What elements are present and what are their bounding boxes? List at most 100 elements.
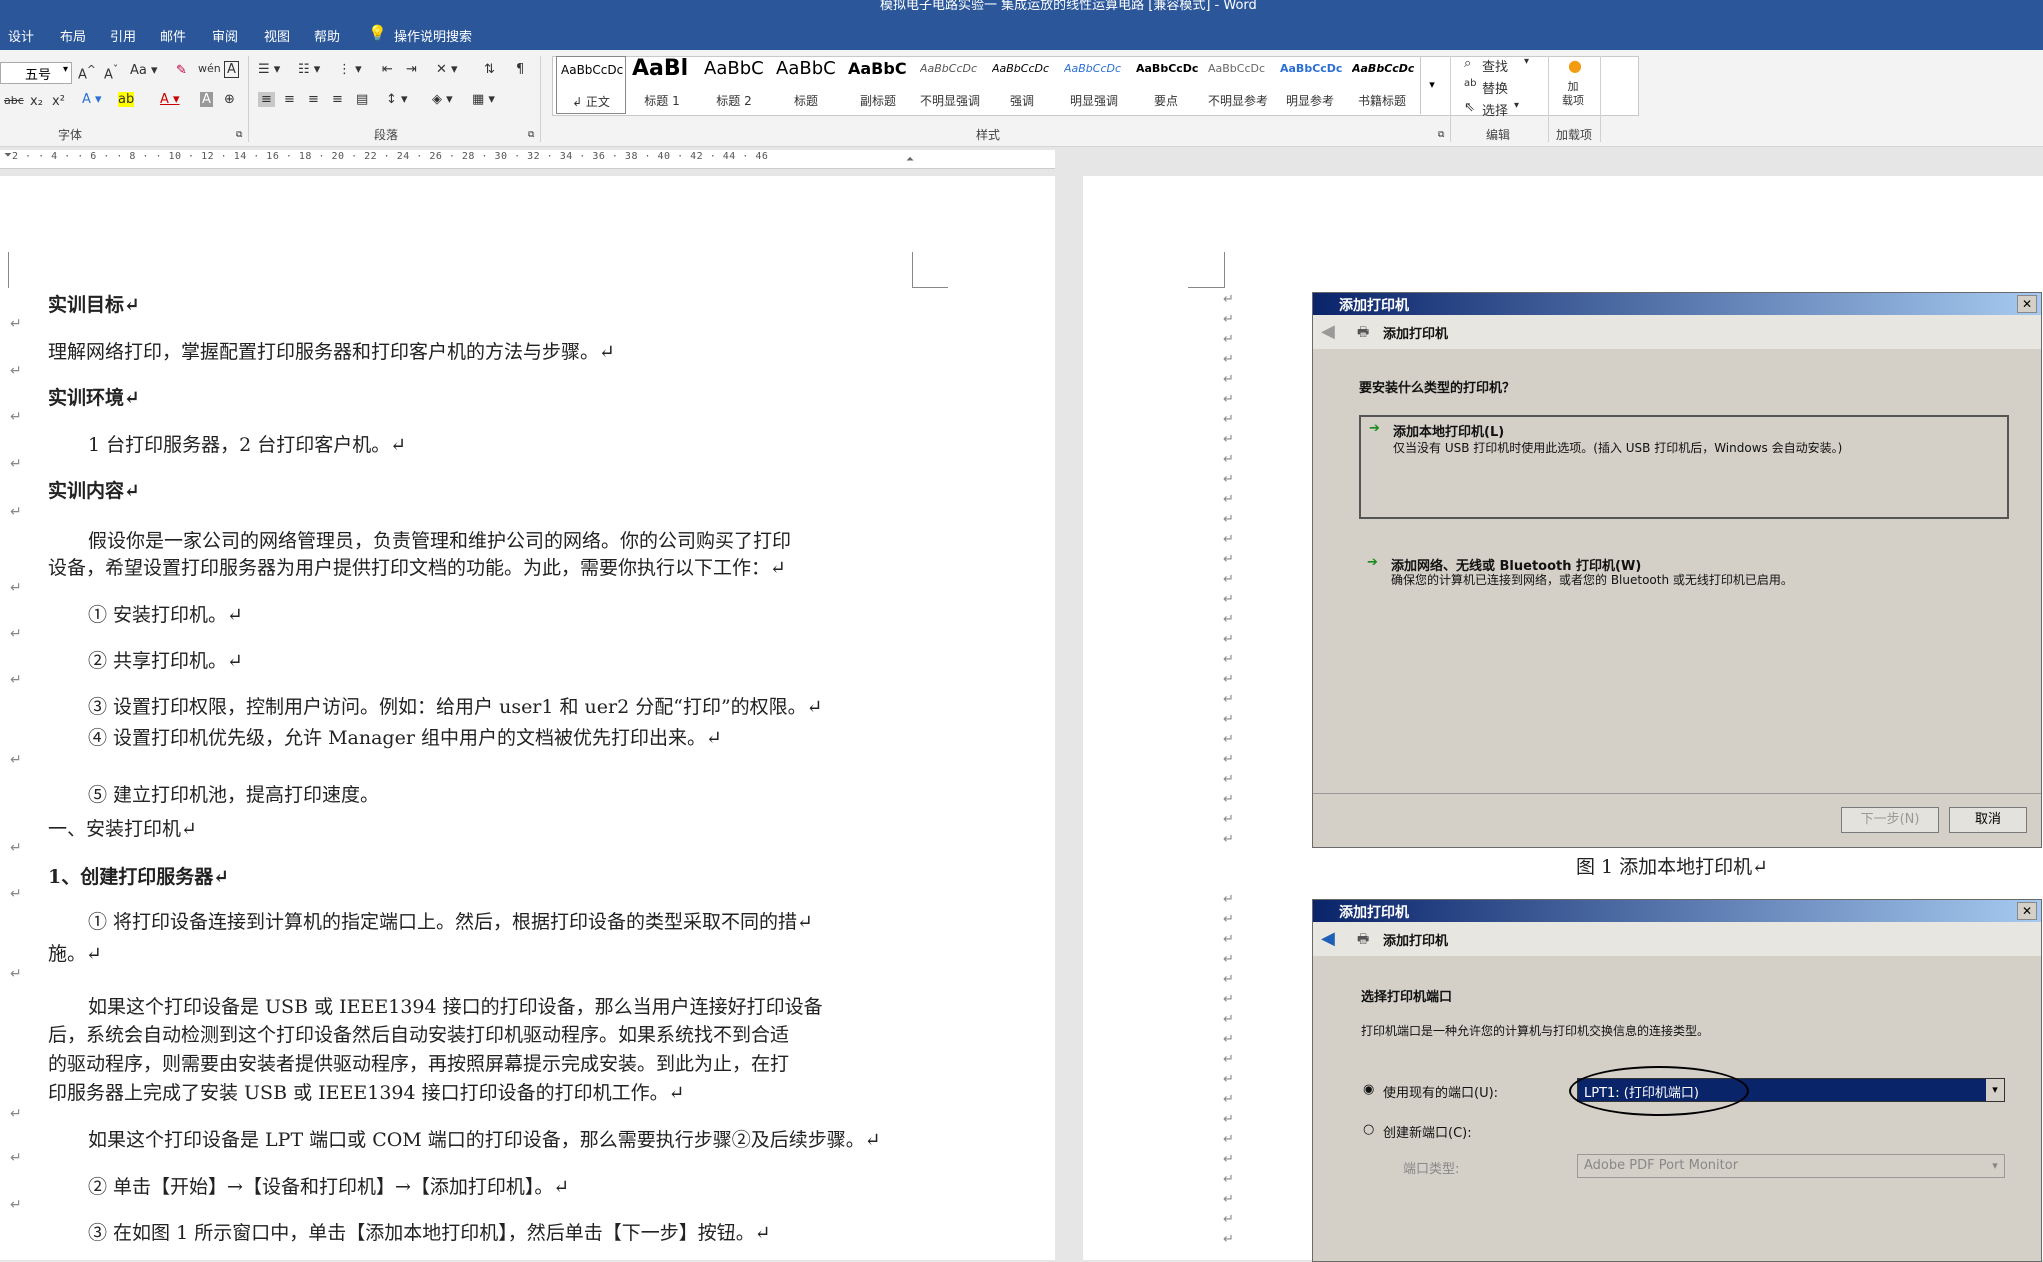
align-center-icon[interactable]: ≡ (284, 92, 295, 107)
indent-marker-icon[interactable]: ⏷ (4, 150, 12, 161)
shrink-font-icon[interactable]: Aˇ (104, 63, 118, 82)
addins-button[interactable]: ● 加 载项 (1556, 56, 1596, 120)
decrease-indent-icon[interactable]: ⇤ (382, 62, 393, 77)
dialog-launcher-icon[interactable]: ⧉ (528, 130, 534, 140)
arrow-right-icon: ➔ (1369, 421, 1380, 436)
dialog-launcher-icon[interactable]: ⧉ (1438, 130, 1444, 140)
enclose-char-icon[interactable]: ⊕ (224, 92, 235, 107)
list-item: ④ 设置打印机优先级，允许 Manager 组中用户的文档被优先打印出来。↵ (88, 727, 722, 749)
bullets-icon[interactable]: ☰ ▾ (258, 62, 280, 77)
body-text: 如果这个打印设备是 LPT 端口或 COM 端口的打印设备，那么需要执行步骤②及… (88, 1129, 881, 1151)
style-subtle-emphasis[interactable]: AaBbCcDc 不明显强调 (916, 56, 984, 112)
paragraph-mark: ↵ (10, 966, 22, 982)
radio-unselected-icon[interactable]: ○ (1363, 1122, 1374, 1137)
paragraph-mark: ↵ (10, 456, 22, 472)
paragraph-mark: ↵ (1223, 1112, 1234, 1127)
multilevel-list-icon[interactable]: ⋮ ▾ (338, 62, 362, 77)
borders-icon[interactable]: ▦ ▾ (472, 92, 495, 107)
close-button[interactable]: ✕ (2017, 902, 2037, 920)
text-effects-icon[interactable]: A ▾ (82, 92, 102, 107)
horizontal-ruler[interactable]: 2 · · 4 · · 6 · · 8 · · 10 · 12 · 14 · 1… (0, 150, 1055, 169)
add-network-printer-option[interactable]: ➔ 添加网络、无线或 Bluetooth 打印机(W) 确保您的计算机已连接到网… (1359, 551, 2005, 601)
paragraph-mark: ↵ (1223, 992, 1234, 1007)
style-emphasis[interactable]: AaBbCcDc 强调 (988, 56, 1056, 112)
align-right-icon[interactable]: ≡ (308, 92, 319, 107)
paragraph-mark: ↵ (1223, 692, 1234, 707)
add-local-printer-option[interactable]: ➔ 添加本地打印机(L) 仅当没有 USB 打印机时使用此选项。(插入 USB … (1359, 415, 2009, 519)
paragraph-mark: ↵ (1223, 552, 1234, 567)
margin-corner-mark (912, 252, 913, 288)
show-marks-icon[interactable]: ¶ (516, 62, 524, 77)
paragraph-mark: ↵ (1223, 652, 1234, 667)
chevron-down-icon: ▾ (1524, 56, 1530, 67)
tell-me-search[interactable]: 操作说明搜索 (394, 26, 472, 45)
increase-indent-icon[interactable]: ⇥ (406, 62, 417, 77)
port-type-label: 端口类型: (1403, 1162, 1460, 1177)
back-arrow-icon[interactable]: ◀ (1321, 321, 1335, 342)
change-case-icon[interactable]: Aa ▾ (130, 63, 158, 78)
radio-selected-icon[interactable]: ◉ (1363, 1082, 1374, 1097)
style-intense-emphasis[interactable]: AaBbCcDc 明显强调 (1060, 56, 1128, 112)
line-spacing-icon[interactable]: ↕ ▾ (386, 92, 408, 107)
clear-format-icon[interactable]: ✎ (176, 63, 187, 78)
style-subtle-reference[interactable]: AaBbCcDc 不明显参考 (1204, 56, 1272, 112)
phonetic-guide-icon[interactable]: wén (198, 62, 221, 75)
char-shading-icon[interactable]: A (200, 92, 213, 107)
style-title[interactable]: AaBbC 标题 (772, 56, 840, 112)
dialog-title-bar: 添加打印机 ✕ (1313, 293, 2041, 315)
style-normal[interactable]: AaBbCcDc ↲ 正文 (556, 56, 626, 114)
next-button[interactable]: 下一步(N) (1841, 807, 1939, 833)
dialog-launcher-icon[interactable]: ⧉ (236, 130, 242, 140)
distributed-icon[interactable]: ▤ (356, 92, 368, 107)
tab-help[interactable]: 帮助 (314, 26, 340, 45)
strikethrough-icon[interactable]: abc (4, 94, 24, 107)
align-left-icon[interactable]: ≡ (258, 92, 275, 107)
close-button[interactable]: ✕ (2017, 295, 2037, 313)
grow-font-icon[interactable]: A^ (78, 63, 96, 82)
style-intense-reference[interactable]: AaBbCcDc 明显参考 (1276, 56, 1344, 112)
paragraph-mark: ↵ (1223, 1092, 1234, 1107)
tab-layout[interactable]: 布局 (60, 26, 86, 45)
superscript-icon[interactable]: x² (52, 94, 65, 109)
style-strong[interactable]: AaBbCcDc 要点 (1132, 56, 1200, 112)
highlight-icon[interactable]: ab (118, 92, 135, 107)
back-arrow-icon[interactable]: ◀ (1321, 928, 1335, 949)
numbering-icon[interactable]: ☷ ▾ (298, 62, 320, 77)
add-printer-dialog-type: 添加打印机 ✕ ◀ 🖶 添加打印机 要安装什么类型的打印机？ ➔ 添加本地打印机… (1312, 292, 2042, 848)
tab-design[interactable]: 设计 (8, 26, 34, 45)
shading-icon[interactable]: ◈ ▾ (432, 92, 453, 107)
sort-icon[interactable]: ⇅ (484, 62, 495, 77)
paragraph-mark: ↵ (1223, 352, 1234, 367)
paragraph-mark: ↵ (1223, 792, 1234, 807)
subscript-icon[interactable]: x₂ (30, 94, 43, 109)
paragraph-mark: ↵ (1223, 512, 1234, 527)
dialog-header: ◀ 🖶 添加打印机 (1313, 922, 2041, 956)
tab-review[interactable]: 审阅 (212, 26, 238, 45)
tab-mailings[interactable]: 邮件 (160, 26, 186, 45)
font-size-dropdown[interactable]: 五号 ▾ (0, 62, 72, 84)
replace-icon: ab (1464, 78, 1477, 89)
port-type-dropdown[interactable]: Adobe PDF Port Monitor ▾ (1577, 1154, 2005, 1178)
style-heading-2[interactable]: AaBbC 标题 2 (700, 56, 768, 112)
paragraph-mark: ↵ (1223, 812, 1234, 827)
search-icon: ⌕ (1464, 56, 1472, 71)
tab-view[interactable]: 视图 (264, 26, 290, 45)
style-book-title[interactable]: AaBbCcDc 书籍标题 (1348, 56, 1416, 112)
paragraph-mark: ↵ (1223, 1192, 1234, 1207)
lightbulb-icon: 💡 (368, 24, 387, 42)
chinese-layout-icon[interactable]: ✕ ▾ (436, 62, 458, 77)
printer-icon: 🖶 (1357, 932, 1370, 947)
justify-icon[interactable]: ≡ (332, 92, 343, 107)
paragraph-mark: ↵ (1223, 392, 1234, 407)
font-color-icon[interactable]: A ▾ (160, 92, 180, 107)
gallery-more-button[interactable]: ▾ (1420, 56, 1443, 114)
tab-references[interactable]: 引用 (110, 26, 136, 45)
chevron-down-icon: ▾ (1986, 1079, 2004, 1101)
right-indent-marker-icon[interactable]: ⏶ (906, 154, 914, 165)
port-description: 打印机端口是一种允许您的计算机与打印机交换信息的连接类型。 (1361, 1024, 1710, 1038)
style-heading-1[interactable]: AaBl 标题 1 (628, 56, 696, 112)
cancel-button[interactable]: 取消 (1949, 807, 2027, 833)
divider (1313, 793, 2041, 794)
style-subtitle[interactable]: AaBbC 副标题 (844, 56, 912, 112)
char-border-icon[interactable]: A (224, 61, 239, 78)
